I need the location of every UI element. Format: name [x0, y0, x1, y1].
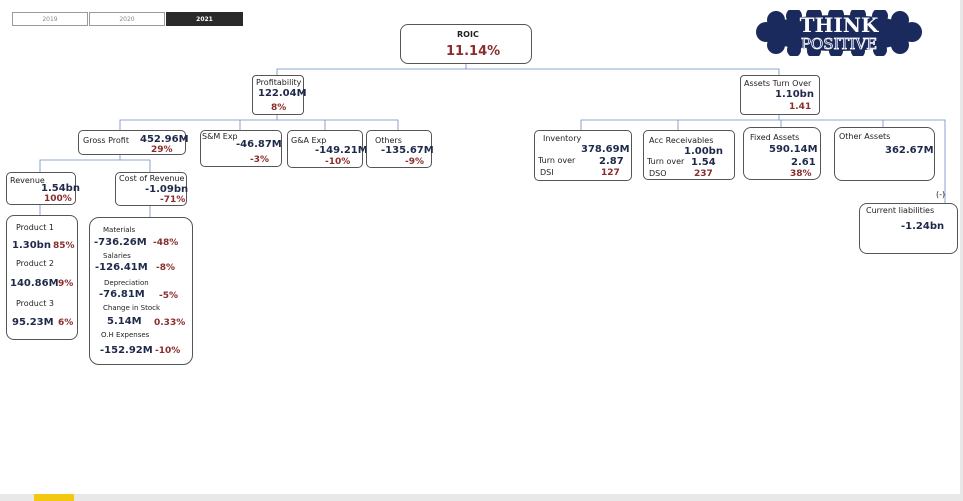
product-3-value: 95.23M [12, 317, 54, 328]
sm-exp-box[interactable]: S&M Exp -46.87M -3% [200, 130, 282, 167]
depreciation-pct: -5% [159, 291, 179, 301]
page-tab-indicator[interactable] [34, 494, 74, 501]
cost-of-revenue-value: -1.09bn [145, 184, 189, 195]
roic-box[interactable]: ROIC 11.14% [400, 24, 532, 64]
ga-exp-pct: -10% [325, 157, 351, 167]
fixed-assets-pct: 38% [790, 169, 812, 179]
profitability-pct: 8% [271, 103, 287, 113]
others-value: -135.67M [381, 145, 434, 156]
fixed-assets-ratio: 2.61 [791, 157, 816, 168]
year-tab-2021[interactable]: 2021 [166, 12, 243, 26]
change-in-stock-pct: 0.33% [154, 318, 186, 328]
fixed-assets-box[interactable]: Fixed Assets 590.14M 2.61 38% [743, 127, 821, 180]
materials-pct: -48% [153, 238, 179, 248]
product-3-label: Product 3 [16, 299, 55, 308]
gross-profit-box[interactable]: Gross Profit 452.96M 29% [78, 130, 189, 155]
salaries-value: -126.41M [95, 262, 148, 273]
sm-exp-pct: -3% [250, 155, 270, 165]
revenue-box[interactable]: Revenue 1.54bn 100% [6, 172, 80, 205]
acc-receivables-turnover-label: Turn over [647, 157, 685, 166]
depreciation-value: -76.81M [99, 289, 145, 300]
acc-receivables-turnover-value: 1.54 [691, 157, 716, 168]
year-tab-2019[interactable]: 2019 [12, 12, 88, 26]
acc-receivables-label: Acc Receivables [649, 136, 714, 145]
fixed-assets-value: 590.14M [769, 144, 818, 155]
ga-exp-label: G&A Exp [291, 136, 327, 145]
roic-label: ROIC [457, 30, 479, 39]
assets-turn-over-box[interactable]: Assets Turn Over 1.10bn 1.41 [740, 75, 820, 115]
gross-profit-pct: 29% [151, 145, 173, 155]
current-liabilities-label: Current liabilities [866, 206, 935, 215]
assets-turn-over-label: Assets Turn Over [744, 79, 812, 88]
roic-value: 11.14% [446, 44, 501, 59]
cost-of-revenue-label: Cost of Revenue [119, 174, 185, 183]
sm-exp-value: -46.87M [236, 139, 282, 150]
oh-expenses-pct: -10% [155, 346, 181, 356]
product-1-pct: 85% [53, 241, 75, 251]
inventory-turnover-label: Turn over [538, 156, 576, 165]
dsi-label: DSI [540, 168, 554, 177]
cost-of-revenue-pct: -71% [160, 195, 186, 205]
current-liabilities-sign: (-) [936, 190, 946, 199]
ga-exp-box[interactable]: G&A Exp -149.21M -10% [287, 130, 368, 168]
year-tab-2020[interactable]: 2020 [89, 12, 165, 26]
others-pct: -9% [405, 157, 425, 167]
revenue-pct: 100% [44, 194, 72, 204]
oh-expenses-value: -152.92M [100, 345, 153, 356]
other-assets-box[interactable]: Other Assets 362.67M [834, 127, 935, 181]
change-in-stock-value: 5.14M [107, 316, 142, 327]
profitability-value: 122.04M [258, 88, 307, 99]
others-label: Others [375, 136, 402, 145]
other-assets-label: Other Assets [839, 132, 891, 141]
gross-profit-label: Gross Profit [83, 136, 129, 145]
product-1-label: Product 1 [16, 223, 55, 232]
assets-turn-over-ratio: 1.41 [789, 102, 812, 112]
product-3-pct: 6% [58, 318, 74, 328]
inventory-label: Inventory [543, 134, 582, 143]
ga-exp-value: -149.21M [315, 145, 368, 156]
dso-label: DSO [649, 169, 667, 178]
salaries-pct: -8% [156, 263, 176, 273]
profitability-label: Profitability [256, 78, 302, 87]
sm-exp-label: S&M Exp [202, 132, 238, 141]
product-2-pct: 9% [58, 279, 74, 289]
cost-of-revenue-box[interactable]: Cost of Revenue -1.09bn -71% [115, 172, 189, 206]
dso-value: 237 [694, 169, 713, 179]
materials-value: -736.26M [94, 237, 147, 248]
inventory-box[interactable]: Inventory 378.69M Turn over 2.87 DSI 127 [534, 130, 632, 181]
current-liabilities-box[interactable]: Current liabilities -1.24bn [859, 203, 958, 254]
gross-profit-value: 452.96M [140, 134, 189, 145]
revenue-value: 1.54bn [41, 183, 80, 194]
logo-line2: POSITIVE [801, 35, 877, 53]
assets-turn-over-value: 1.10bn [775, 89, 814, 100]
inventory-value: 378.69M [581, 144, 630, 155]
inventory-turnover-value: 2.87 [599, 156, 624, 167]
acc-receivables-box[interactable]: Acc Receivables 1.00bn Turn over 1.54 DS… [643, 130, 735, 180]
salaries-label: Salaries [103, 252, 131, 260]
dsi-value: 127 [601, 168, 620, 178]
bottom-bar [0, 494, 963, 501]
acc-receivables-value: 1.00bn [684, 146, 723, 157]
product-1-value: 1.30bn [12, 240, 51, 251]
fixed-assets-label: Fixed Assets [750, 133, 800, 142]
other-assets-value: 362.67M [885, 145, 934, 156]
others-box[interactable]: Others -135.67M -9% [366, 130, 434, 168]
product-2-value: 140.86M [10, 278, 59, 289]
change-in-stock-label: Change in Stock [103, 304, 161, 312]
cost-breakdown-box[interactable]: Materials -736.26M -48% Salaries -126.41… [89, 217, 193, 365]
report-canvas: 2019 2020 2021 THINK POSITIVE ROIC 11.14… [0, 0, 963, 501]
product-2-label: Product 2 [16, 259, 55, 268]
depreciation-label: Depreciation [104, 279, 149, 287]
products-box[interactable]: Product 1 1.30bn 85% Product 2 140.86M 9… [6, 215, 78, 340]
materials-label: Materials [103, 226, 136, 234]
think-positive-logo: THINK POSITIVE [756, 10, 922, 56]
logo-line1: THINK [800, 13, 879, 37]
profitability-box[interactable]: Profitability 122.04M 8% [252, 75, 307, 115]
oh-expenses-label: O.H Expenses [101, 331, 150, 339]
revenue-label: Revenue [10, 176, 45, 185]
current-liabilities-value: -1.24bn [901, 221, 945, 232]
